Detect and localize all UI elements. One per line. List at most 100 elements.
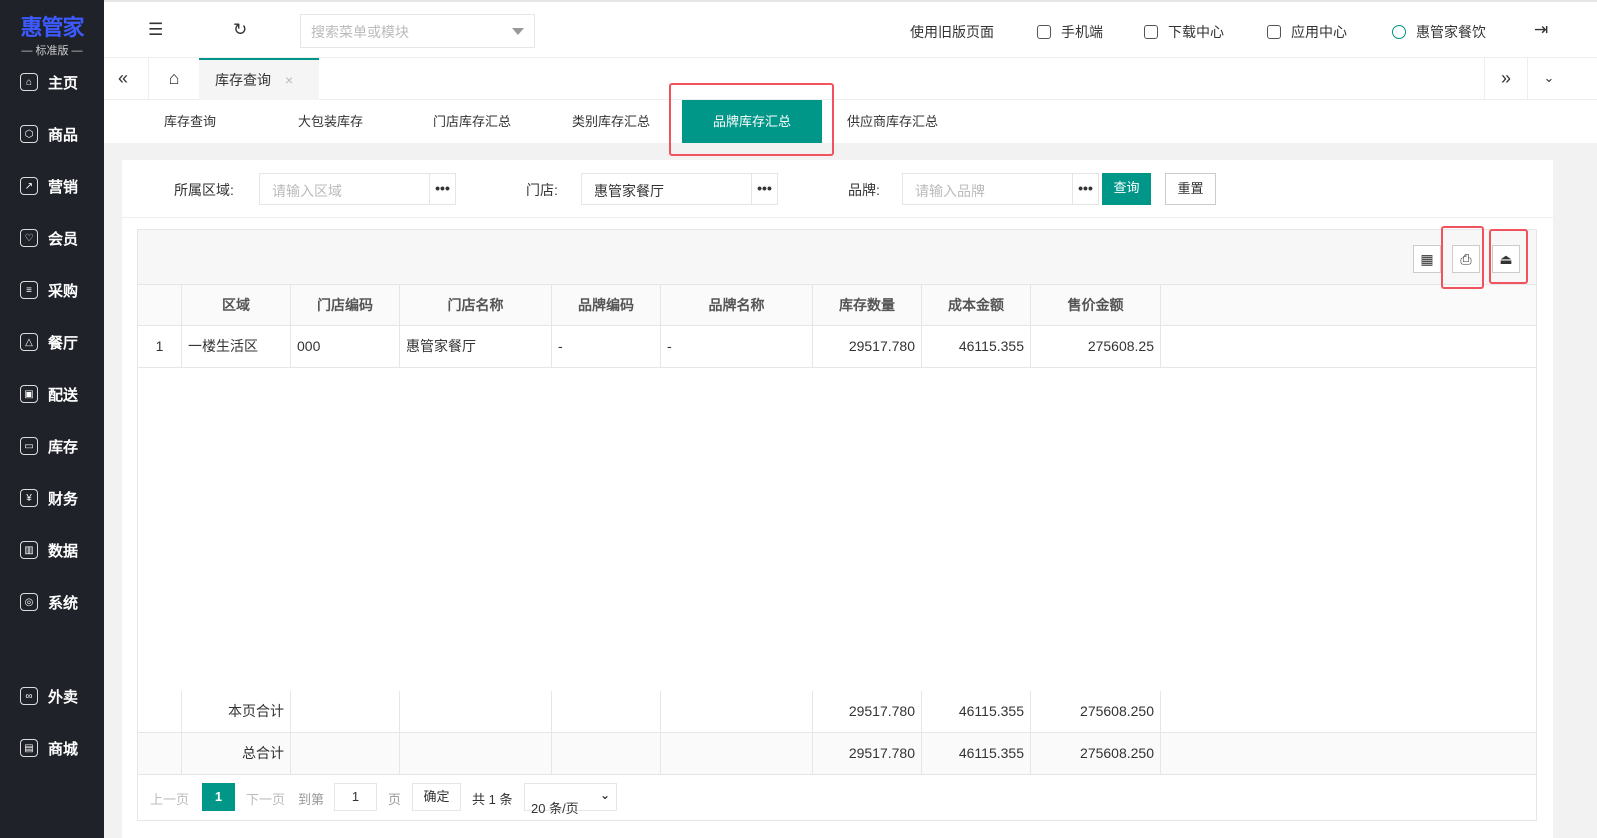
table-cell bbox=[138, 285, 182, 325]
brand-input[interactable]: 请输入品牌 bbox=[902, 173, 1073, 205]
nav-icon: ▣ bbox=[20, 385, 38, 403]
table-cell bbox=[291, 733, 400, 774]
nav-icon: ◎ bbox=[20, 593, 38, 611]
tab-bar: « ⌂ 库存查询 × » ⌄ bbox=[104, 57, 1597, 100]
table-cell bbox=[552, 733, 661, 774]
sidebar-item[interactable]: ↗ 营销 bbox=[0, 166, 104, 206]
sidebar-item[interactable]: ♡ 会员 bbox=[0, 218, 104, 258]
highlight-box bbox=[1441, 226, 1484, 289]
sidebar: 惠管家 — 标准版 — ⌂ 主页 ⬡ 商品 ↗ 营销 ♡ 会员 ≡ 采购 △ 餐厅 ▣ 配送 ▭ 库存 ¥ 财务 ▥ 数… bbox=[0, 0, 104, 838]
old-version-link[interactable]: 使用旧版页面 bbox=[910, 22, 994, 42]
table-cell: 275608.250 bbox=[1031, 733, 1161, 774]
table-cell: 本页合计 bbox=[182, 691, 291, 732]
table-cell: 品牌名称 bbox=[661, 285, 813, 325]
table-cell bbox=[400, 691, 552, 732]
page-total-row: 本页合计 29517.780 46115.355 275608.250 bbox=[138, 691, 1536, 733]
table-cell: 275608.25 bbox=[1031, 326, 1161, 367]
table-cell: 46115.355 bbox=[922, 691, 1031, 732]
table-header: 区域 门店编码 门店名称 品牌编码 品牌名称 库存数量 成本金额 售价金额 bbox=[138, 284, 1536, 326]
table-cell: 一楼生活区 bbox=[182, 326, 291, 367]
goto-page-input[interactable]: 1 bbox=[334, 783, 377, 811]
highlight-box bbox=[1489, 229, 1528, 284]
next-page[interactable]: 下一页 bbox=[246, 789, 285, 808]
table-cell: - bbox=[661, 326, 813, 367]
table-cell: 售价金额 bbox=[1031, 285, 1161, 325]
app-center-link[interactable]: 应用中心 bbox=[1267, 22, 1347, 42]
sidebar-item[interactable]: △ 餐厅 bbox=[0, 322, 104, 362]
table-cell: 29517.780 bbox=[813, 691, 922, 732]
sidebar-item[interactable]: ∞ 外卖 bbox=[0, 676, 104, 716]
tab-stock-query[interactable]: 库存查询 × bbox=[199, 58, 319, 100]
refresh-icon[interactable]: ↻ bbox=[233, 20, 247, 40]
table-cell bbox=[138, 733, 182, 774]
confirm-page-button[interactable]: 确定 bbox=[412, 783, 461, 811]
grand-total-row: 总合计 29517.780 46115.355 275608.250 bbox=[138, 733, 1536, 775]
sidebar-item[interactable]: ▭ 库存 bbox=[0, 426, 104, 466]
subtab-bulk-stock[interactable]: 大包装库存 bbox=[298, 100, 363, 143]
reset-button[interactable]: 重置 bbox=[1165, 173, 1216, 205]
table-cell: 品牌编码 bbox=[552, 285, 661, 325]
query-button[interactable]: 查询 bbox=[1102, 173, 1151, 205]
nav-icon: ≡ bbox=[20, 281, 38, 299]
subtab-stock-query[interactable]: 库存查询 bbox=[164, 100, 216, 143]
user-menu[interactable]: 惠管家餐饮 bbox=[1392, 22, 1486, 42]
apps-icon bbox=[1267, 25, 1281, 39]
sidebar-item[interactable]: ◎ 系统 bbox=[0, 582, 104, 622]
logout-icon[interactable]: ⇥ bbox=[1534, 20, 1548, 40]
download-center-link[interactable]: 下载中心 bbox=[1144, 22, 1224, 42]
table-cell: 46115.355 bbox=[922, 326, 1031, 367]
brand-picker-button[interactable]: ••• bbox=[1072, 173, 1099, 205]
nav-icon: ↗ bbox=[20, 177, 38, 195]
nav-icon: ♡ bbox=[20, 229, 38, 247]
page-size-select[interactable]: 20 条/页 ⌄ bbox=[524, 783, 617, 816]
table-cell bbox=[552, 691, 661, 732]
nav-icon: ¥ bbox=[20, 489, 38, 507]
scroll-left-icon[interactable]: « bbox=[118, 68, 128, 89]
sidebar-item[interactable]: ¥ 财务 bbox=[0, 478, 104, 518]
nav-icon: ▭ bbox=[20, 437, 38, 455]
prev-page[interactable]: 上一页 bbox=[150, 789, 189, 808]
table-cell: 000 bbox=[291, 326, 400, 367]
sidebar-item[interactable]: ▣ 配送 bbox=[0, 374, 104, 414]
table-cell: 门店编码 bbox=[291, 285, 400, 325]
sidebar-item[interactable]: ▥ 数据 bbox=[0, 530, 104, 570]
area-picker-button[interactable]: ••• bbox=[429, 173, 456, 205]
highlight-box bbox=[669, 83, 834, 156]
sub-tabs: 库存查询 大包装库存 门店库存汇总 类别库存汇总 品牌库存汇总 供应商库存汇总 bbox=[104, 100, 1597, 143]
table-cell: - bbox=[552, 326, 661, 367]
nav-icon: ▥ bbox=[20, 541, 38, 559]
columns-filter-icon[interactable]: ▦ bbox=[1413, 245, 1441, 273]
page-1[interactable]: 1 bbox=[202, 783, 235, 811]
table-cell: 成本金额 bbox=[922, 285, 1031, 325]
sidebar-item[interactable]: ⌂ 主页 bbox=[0, 62, 104, 102]
sidebar-item[interactable]: ▤ 商城 bbox=[0, 728, 104, 768]
sidebar-item[interactable]: ≡ 采购 bbox=[0, 270, 104, 310]
menu-collapse-icon[interactable]: ☰ bbox=[148, 20, 163, 40]
table-cell bbox=[661, 691, 813, 732]
mobile-link[interactable]: 手机端 bbox=[1037, 22, 1103, 42]
pagination: 上一页 1 下一页 到第 1 页 确定 共 1 条 20 条/页 ⌄ bbox=[138, 775, 1536, 821]
close-tab-icon[interactable]: × bbox=[285, 72, 293, 88]
table-toolbar: ▦ ⎙ ⏏ bbox=[138, 230, 1536, 285]
table-cell bbox=[661, 733, 813, 774]
area-input[interactable]: 请输入区域 bbox=[259, 173, 430, 205]
table-cell bbox=[400, 733, 552, 774]
table-cell: 1 bbox=[138, 326, 182, 367]
scroll-right-icon[interactable]: » bbox=[1484, 58, 1527, 100]
table-cell: 库存数量 bbox=[813, 285, 922, 325]
nav-icon: ▤ bbox=[20, 739, 38, 757]
tab-options-icon[interactable]: ⌄ bbox=[1527, 58, 1570, 100]
nav-icon: ⌂ bbox=[20, 73, 38, 91]
user-icon bbox=[1392, 25, 1406, 39]
mobile-icon bbox=[1037, 25, 1051, 39]
table-cell: 门店名称 bbox=[400, 285, 552, 325]
home-tab-icon[interactable]: ⌂ bbox=[148, 58, 199, 100]
subtab-store-summary[interactable]: 门店库存汇总 bbox=[433, 100, 511, 143]
store-picker-button[interactable]: ••• bbox=[751, 173, 778, 205]
subtab-supplier-summary[interactable]: 供应商库存汇总 bbox=[847, 100, 938, 143]
subtab-category-summary[interactable]: 类别库存汇总 bbox=[572, 100, 650, 143]
store-input[interactable]: 惠管家餐厅 bbox=[581, 173, 752, 205]
search-menu-input[interactable]: 搜索菜单或模块 bbox=[300, 14, 535, 48]
chevron-down-icon bbox=[512, 28, 524, 35]
sidebar-item[interactable]: ⬡ 商品 bbox=[0, 114, 104, 154]
